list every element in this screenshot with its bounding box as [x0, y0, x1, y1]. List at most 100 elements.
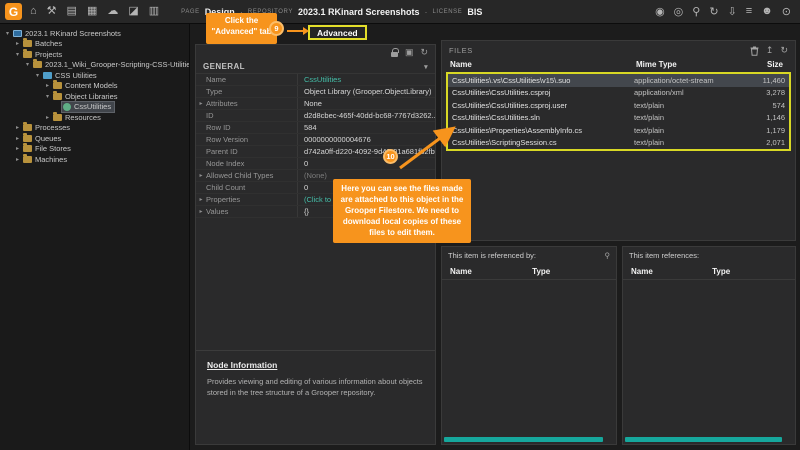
tree-item[interactable]: ▾ CSS Utilities [0, 70, 189, 81]
property-expander-icon[interactable] [196, 158, 206, 169]
file-row[interactable]: CssUtilities\.vs\CssUtilities\v15\.suo a… [448, 74, 789, 87]
download-icon[interactable]: ⇩ [728, 5, 737, 18]
tree-node-icon [53, 82, 62, 89]
property-expander-icon[interactable] [196, 74, 206, 85]
tree-expander-icon[interactable]: ▸ [13, 156, 22, 163]
pin-icon[interactable]: ⚲ [605, 251, 611, 260]
tree-item[interactable]: ▾ 2023.1 RKinard Screenshots [0, 28, 189, 39]
column-name[interactable]: Name [631, 267, 712, 276]
home-icon[interactable]: ⌂ [30, 6, 37, 17]
property-expander-icon[interactable]: ▸ [196, 170, 206, 181]
general-section-header[interactable]: GENERAL ▾ [196, 60, 435, 74]
property-expander-icon[interactable]: ▸ [196, 98, 206, 109]
license-value[interactable]: BIS [467, 7, 482, 17]
tree-item[interactable]: ▾ 2023.1_Wiki_Grooper-Scripting-CSS-Util… [0, 60, 189, 71]
property-row[interactable]: ▸ Attributes None [196, 98, 435, 110]
export-icon[interactable]: ↥ [766, 45, 774, 56]
tree-item[interactable]: CssUtilities [0, 102, 189, 113]
tree-item[interactable]: ▸ Batches [0, 39, 189, 50]
property-value[interactable]: CssUtilities [298, 74, 435, 85]
file-size: 1,146 [736, 113, 785, 122]
property-label: Row Version [206, 134, 298, 145]
tree-item[interactable]: ▸ Content Models [0, 81, 189, 92]
horizontal-scrollbar[interactable] [625, 437, 782, 442]
users-icon[interactable]: ☻ [761, 5, 773, 18]
property-expander-icon[interactable]: ▸ [196, 206, 206, 217]
property-expander-icon[interactable] [196, 86, 206, 97]
tree-expander-icon[interactable]: ▸ [13, 135, 22, 142]
tree-item[interactable]: ▾ Object Libraries [0, 91, 189, 102]
column-name[interactable]: Name [450, 267, 532, 276]
tree-expander-icon[interactable]: ▾ [33, 72, 42, 79]
tree-item-label: Batches [35, 39, 62, 48]
refresh-icon[interactable]: ↻ [780, 45, 788, 56]
tree-expander-icon[interactable]: ▾ [23, 61, 32, 68]
repository-value[interactable]: 2023.1 RKinard Screenshots [298, 7, 420, 17]
property-expander-icon[interactable]: ▸ [196, 194, 206, 205]
tree-expander-icon[interactable]: ▸ [43, 114, 52, 121]
record-icon[interactable]: ◉ [655, 5, 665, 18]
file-row[interactable]: CssUtilities\CssUtilities.sln text/plain… [448, 112, 789, 125]
file-mime-type: text/plain [634, 113, 736, 122]
tree-node-icon [23, 124, 32, 131]
tree-item[interactable]: ▸ Machines [0, 154, 189, 165]
save-icon[interactable]: ▣ [405, 47, 414, 58]
property-expander-icon[interactable] [196, 146, 206, 157]
license-label: LICENSE [433, 9, 463, 15]
column-type[interactable]: Type [532, 267, 608, 276]
tree-item[interactable]: ▸ Resources [0, 112, 189, 123]
property-expander-icon[interactable] [196, 110, 206, 121]
tree-expander-icon[interactable]: ▾ [3, 30, 12, 37]
file-row[interactable]: CssUtilities\Properties\AssemblyInfo.cs … [448, 124, 789, 137]
area-chart-icon[interactable]: ◪ [128, 6, 138, 17]
horizontal-scrollbar[interactable] [444, 437, 603, 442]
power-icon[interactable]: ⊙ [782, 5, 791, 18]
trash-icon[interactable] [750, 46, 759, 56]
tree-expander-icon[interactable]: ▾ [43, 93, 52, 100]
callout-step-10: Here you can see the files made are atta… [333, 179, 471, 243]
search-icon[interactable]: ⚲ [692, 5, 700, 18]
property-expander-icon[interactable] [196, 134, 206, 145]
tools-icon[interactable]: ⚒ [47, 6, 57, 17]
tree-item[interactable]: ▾ Projects [0, 49, 189, 60]
refresh-icon[interactable]: ↻ [420, 47, 428, 58]
page-label: PAGE [181, 9, 200, 15]
tree-item[interactable]: ▸ Processes [0, 123, 189, 134]
status-icon[interactable]: ◎ [674, 5, 684, 18]
property-row[interactable]: Name CssUtilities [196, 74, 435, 86]
tree-node-icon [63, 103, 71, 111]
file-mime-type: text/plain [634, 138, 736, 147]
package-icon[interactable]: ▦ [87, 6, 97, 17]
tree-expander-icon[interactable]: ▸ [13, 145, 22, 152]
file-mime-type: application/xml [634, 88, 736, 97]
tree-node-icon [53, 93, 62, 100]
lock-icon[interactable] [391, 52, 398, 57]
file-row[interactable]: CssUtilities\ScriptingSession.cs text/pl… [448, 137, 789, 150]
file-row[interactable]: CssUtilities\CssUtilities.csproj applica… [448, 87, 789, 100]
property-expander-icon[interactable] [196, 182, 206, 193]
referenced-by-title: This item is referenced by: [448, 251, 536, 260]
refresh-icon[interactable]: ↻ [709, 5, 718, 18]
column-mime-type[interactable]: Mime Type [636, 60, 738, 69]
tree-expander-icon[interactable]: ▸ [43, 82, 52, 89]
tab-advanced[interactable]: Advanced [308, 25, 367, 40]
tree-expander-icon[interactable]: ▸ [13, 124, 22, 131]
node-information-text: Provides viewing and editing of various … [207, 376, 424, 399]
property-value[interactable]: None [298, 98, 435, 109]
tree-expander-icon[interactable]: ▾ [13, 51, 22, 58]
file-row[interactable]: CssUtilities\CssUtilities.csproj.user te… [448, 99, 789, 112]
property-expander-icon[interactable] [196, 122, 206, 133]
cloud-icon[interactable]: ☁ [107, 6, 118, 17]
bar-chart-icon[interactable]: ▥ [149, 6, 159, 17]
property-value[interactable]: Object Library (Grooper.ObjectLibrary) [298, 86, 435, 97]
chevron-down-icon[interactable]: ▾ [424, 63, 428, 71]
stack-icon[interactable]: ≡ [746, 5, 752, 18]
property-row[interactable]: Type Object Library (Grooper.ObjectLibra… [196, 86, 435, 98]
column-size[interactable]: Size [738, 60, 787, 69]
tree-item[interactable]: ▸ Queues [0, 133, 189, 144]
column-type[interactable]: Type [712, 267, 787, 276]
column-name[interactable]: Name [450, 60, 636, 69]
save-icon[interactable]: ▤ [67, 6, 77, 17]
tree-item[interactable]: ▸ File Stores [0, 144, 189, 155]
tree-expander-icon[interactable]: ▸ [13, 40, 22, 47]
